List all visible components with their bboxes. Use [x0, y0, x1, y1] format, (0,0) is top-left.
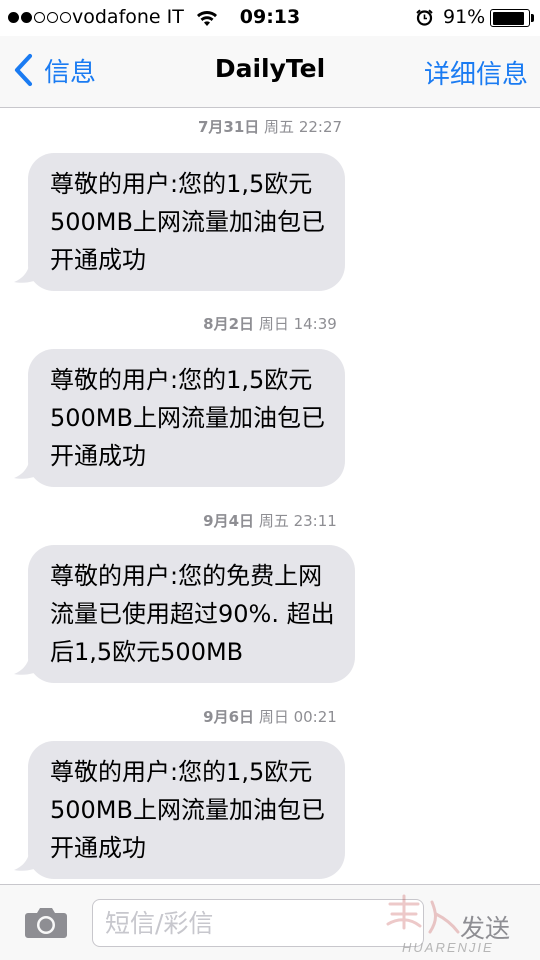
message-timestamp: 9月4日 周五 23:11 [0, 510, 540, 531]
message-timestamp: 7月31日 周五 22:27 [0, 116, 540, 137]
back-button[interactable]: 信息 [12, 50, 96, 90]
timestamp-time: 周日 14:39 [258, 315, 337, 333]
bubble-tail [14, 846, 44, 871]
timestamp-date: 9月4日 [203, 512, 255, 530]
status-bar: vodafone IT 09:13 91% [0, 0, 540, 36]
timestamp-date: 9月6日 [203, 708, 255, 726]
message-timestamp: 8月2日 周日 14:39 [0, 313, 540, 334]
navigation-bar: 信息 DailyTel 详细信息 [0, 36, 540, 108]
bubble-tail [14, 454, 44, 479]
received-message-bubble[interactable]: 尊敬的用户:您的免费上网 流量已使用超过90%. 超出 后1,5欧元500MB [28, 545, 355, 683]
received-message-bubble[interactable]: 尊敬的用户:您的1,5欧元 500MB上网流量加油包已 开通成功 [28, 349, 345, 487]
message-text-line: 尊敬的用户:您的1,5欧元 [50, 366, 313, 394]
message-text-line: 尊敬的用户:您的1,5欧元 [50, 170, 313, 198]
timestamp-time: 周五 22:27 [264, 118, 343, 136]
battery-nub [531, 14, 534, 22]
details-button[interactable]: 详细信息 [424, 54, 528, 91]
message-text-line: 尊敬的用户:您的免费上网 [50, 562, 323, 590]
send-button[interactable]: 发送 [460, 909, 510, 945]
received-message-bubble[interactable]: 尊敬的用户:您的1,5欧元 500MB上网流量加油包已 开通成功 [28, 741, 345, 879]
bubble-tail [14, 650, 44, 675]
message-text-line: 后1,5欧元500MB [50, 638, 244, 666]
alarm-icon [416, 9, 433, 26]
timestamp-date: 7月31日 [197, 118, 260, 136]
message-input[interactable] [92, 899, 424, 947]
message-text-line: 流量已使用超过90%. 超出 [50, 600, 335, 628]
bubble-tail [14, 258, 44, 283]
timestamp-time: 周五 23:11 [258, 512, 337, 530]
back-button-label: 信息 [44, 57, 97, 88]
timestamp-time: 周日 00:21 [258, 708, 337, 726]
message-text-line: 开通成功 [50, 834, 146, 862]
message-text-line: 500MB上网流量加油包已 [50, 208, 325, 236]
battery-level-fill [492, 11, 525, 25]
message-text-line: 开通成功 [50, 246, 146, 274]
message-text-line: 500MB上网流量加油包已 [50, 796, 325, 824]
received-message-bubble[interactable]: 尊敬的用户:您的1,5欧元 500MB上网流量加油包已 开通成功 [28, 153, 345, 291]
chevron-left-icon [14, 53, 33, 87]
message-list[interactable]: 7月31日 周五 22:27 尊敬的用户:您的1,5欧元 500MB上网流量加油… [0, 108, 540, 884]
message-text-line: 开通成功 [50, 442, 146, 470]
message-text-line: 尊敬的用户:您的1,5欧元 [50, 758, 313, 786]
battery-percent: 91% [443, 6, 486, 28]
timestamp-date: 8月2日 [203, 315, 255, 333]
message-timestamp: 9月6日 周日 00:21 [0, 706, 540, 727]
message-text-line: 500MB上网流量加油包已 [50, 404, 325, 432]
camera-icon[interactable] [24, 905, 68, 939]
message-input-bar: 发送 [0, 884, 540, 960]
battery-icon [490, 9, 530, 27]
